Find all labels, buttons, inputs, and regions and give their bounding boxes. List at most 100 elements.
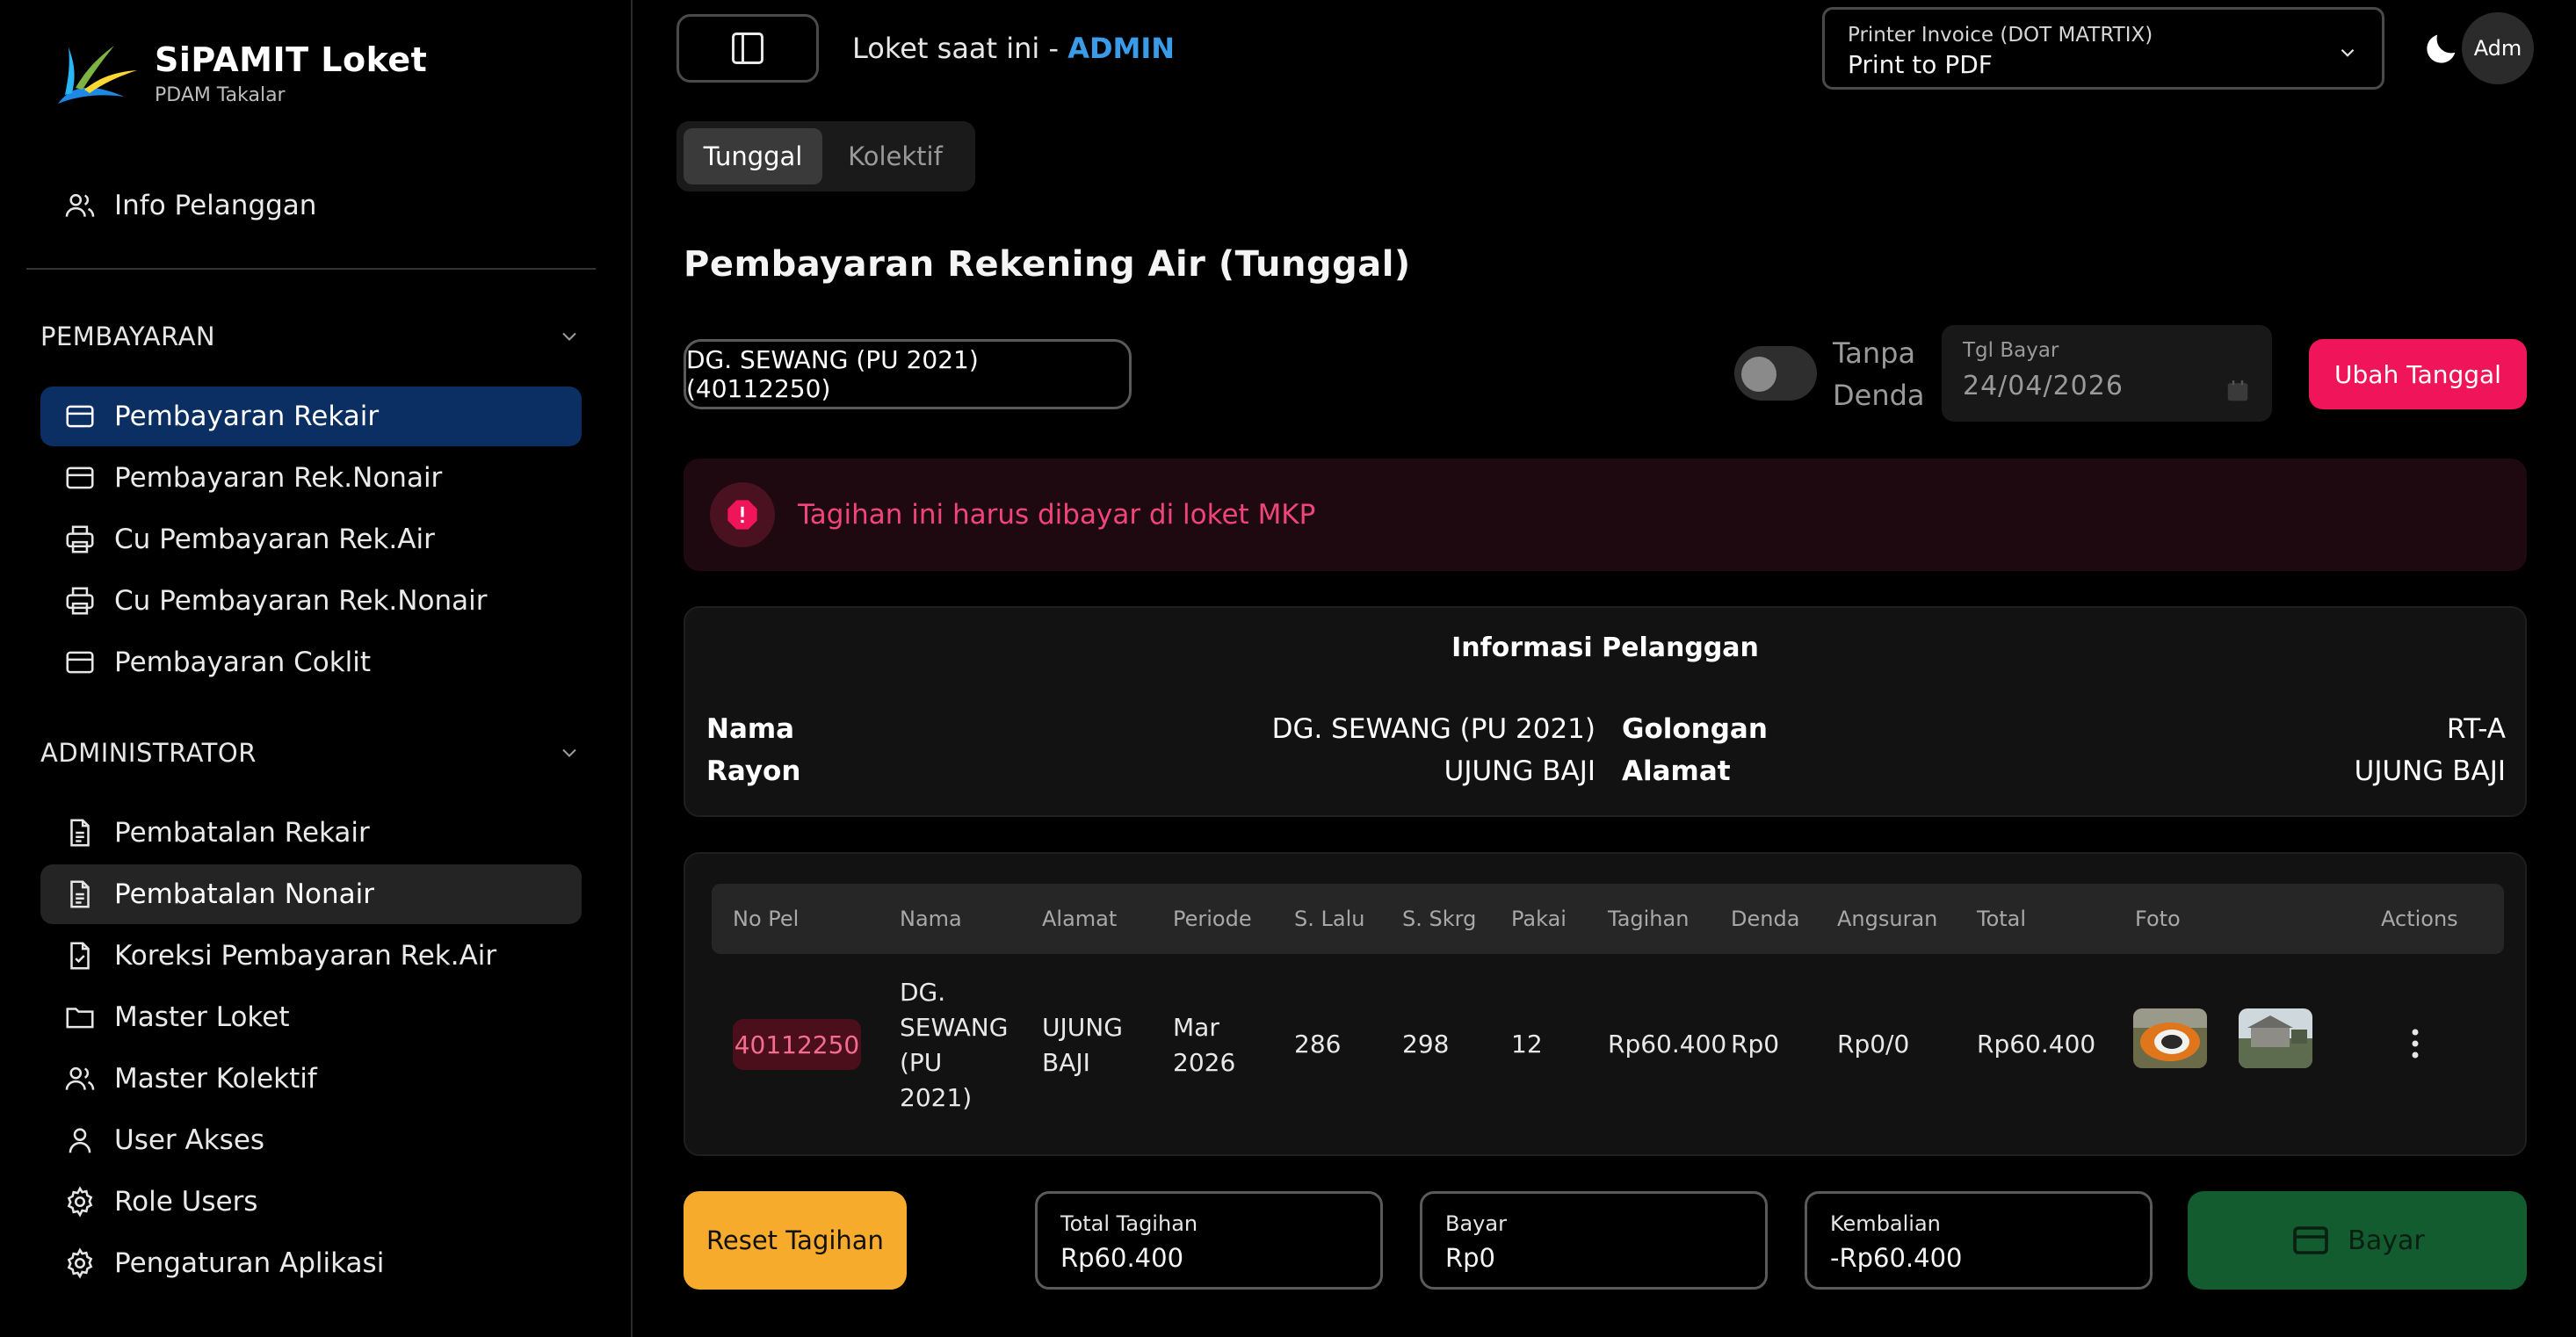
golongan-value: RT-A bbox=[2446, 713, 2506, 745]
sidebar-item-label: Pembatalan Rekair bbox=[114, 817, 370, 849]
sidebar-item-info-pelanggan[interactable]: Info Pelanggan bbox=[40, 176, 582, 235]
rayon-value: UJUNG BAJI bbox=[1444, 755, 1596, 787]
nama-line: DG. bbox=[900, 978, 946, 1007]
bayar-button-label: Bayar bbox=[2348, 1225, 2425, 1256]
sidebar-item-pengaturan-aplikasi[interactable]: Pengaturan Aplikasi bbox=[40, 1233, 582, 1293]
mode-tabs: Tunggal Kolektif bbox=[677, 121, 975, 192]
bayar-input[interactable]: Bayar Rp0 bbox=[1420, 1191, 1768, 1290]
sidebar-item-pembayaran-rek-nonair[interactable]: Pembayaran Rek.Nonair bbox=[40, 448, 582, 508]
avatar[interactable]: Adm bbox=[2462, 12, 2534, 84]
th-foto: Foto bbox=[2135, 907, 2181, 931]
sidebar-item-label: Master Loket bbox=[114, 1001, 290, 1033]
th-nama: Nama bbox=[900, 907, 962, 931]
folder-icon bbox=[66, 1008, 94, 1029]
brand[interactable]: SiPAMIT Loket PDAM Takalar bbox=[49, 33, 427, 112]
reset-tagihan-button[interactable]: Reset Tagihan bbox=[684, 1191, 907, 1290]
alamat-label: Alamat bbox=[1622, 755, 1731, 787]
customer-select[interactable]: DG. SEWANG (PU 2021) (40112250) bbox=[684, 339, 1132, 409]
cell-pakai: 12 bbox=[1511, 1030, 1543, 1059]
sidebar-panel-icon bbox=[732, 33, 763, 64]
printer-icon bbox=[66, 587, 94, 615]
th-angsuran: Angsuran bbox=[1837, 907, 1938, 931]
bayar-button[interactable]: Bayar bbox=[2188, 1191, 2527, 1290]
billing-table: No Pel Nama Alamat Periode S. Lalu S. Sk… bbox=[684, 852, 2527, 1156]
sidebar-item-pembayaran-rekair[interactable]: Pembayaran Rekair bbox=[40, 387, 582, 446]
sidebar-item-koreksi-pembayaran[interactable]: Koreksi Pembayaran Rek.Air bbox=[40, 926, 582, 986]
document-check-icon bbox=[70, 942, 90, 970]
sidebar-item-role-users[interactable]: Role Users bbox=[40, 1172, 582, 1232]
cell-s-skrg: 298 bbox=[1402, 1030, 1450, 1059]
total-tagihan-field: Total Tagihan Rp60.400 bbox=[1035, 1191, 1383, 1290]
ubah-tanggal-button[interactable]: Ubah Tanggal bbox=[2309, 339, 2527, 409]
moon-icon[interactable] bbox=[2421, 28, 2462, 69]
th-pakai: Pakai bbox=[1511, 907, 1567, 931]
table-header: No Pel Nama Alamat Periode S. Lalu S. Sk… bbox=[712, 884, 2504, 954]
gear-icon bbox=[67, 1247, 93, 1279]
th-s-lalu: S. Lalu bbox=[1294, 907, 1365, 931]
photo-thumbnail-icon bbox=[2239, 1008, 2312, 1068]
sidebar-item-label: User Akses bbox=[114, 1124, 265, 1156]
meter-photo-1[interactable] bbox=[2133, 1008, 2207, 1068]
sidebar-item-cu-pembayaran-rek-nonair[interactable]: Cu Pembayaran Rek.Nonair bbox=[40, 571, 582, 631]
alamat-line: UJUNG bbox=[1042, 1013, 1123, 1042]
sidebar-item-user-akses[interactable]: User Akses bbox=[40, 1110, 582, 1170]
sidebar-item-pembayaran-coklit[interactable]: Pembayaran Coklit bbox=[40, 632, 582, 692]
cell-periode: Mar 2026 bbox=[1173, 1010, 1235, 1080]
credit-card-icon bbox=[66, 651, 94, 674]
sidebar-item-label: Master Kolektif bbox=[114, 1063, 317, 1095]
sidebar-item-master-kolektif[interactable]: Master Kolektif bbox=[40, 1049, 582, 1109]
th-periode: Periode bbox=[1173, 907, 1252, 931]
cell-angsuran: Rp0/0 bbox=[1837, 1030, 1910, 1059]
section-pembayaran[interactable]: PEMBAYARAN bbox=[40, 314, 582, 358]
alert-banner: Tagihan ini harus dibayar di loket MKP bbox=[684, 459, 2527, 571]
brand-title: SiPAMIT Loket bbox=[155, 40, 428, 79]
document-icon bbox=[70, 819, 90, 847]
tab-kolektif[interactable]: Kolektif bbox=[822, 128, 968, 184]
nopel-badge[interactable]: 40112250 bbox=[733, 1019, 861, 1070]
topbar: Loket saat ini - ADMIN Printer Invoice (… bbox=[634, 0, 2576, 98]
users-icon bbox=[65, 1066, 95, 1090]
bayar-label: Bayar bbox=[1445, 1211, 1507, 1236]
rayon-label: Rayon bbox=[706, 755, 801, 787]
printer-label: Printer Invoice (DOT MATRTIX) bbox=[1848, 24, 2153, 47]
sidebar-item-label: Info Pelanggan bbox=[114, 190, 317, 221]
nama-label: Nama bbox=[706, 713, 795, 745]
tab-tunggal[interactable]: Tunggal bbox=[684, 128, 822, 184]
info-title: Informasi Pelanggan bbox=[1451, 632, 1759, 663]
tanpa-denda-line1: Tanpa bbox=[1833, 336, 1916, 370]
sidebar-item-pembatalan-rekair[interactable]: Pembatalan Rekair bbox=[40, 803, 582, 863]
section-administrator[interactable]: ADMINISTRATOR bbox=[40, 731, 582, 775]
warning-octagon-icon bbox=[727, 500, 757, 530]
user-icon bbox=[69, 1128, 91, 1153]
alamat-line: BAJI bbox=[1042, 1048, 1090, 1077]
kembalian-field: Kembalian -Rp60.400 bbox=[1805, 1191, 2153, 1290]
sidebar-item-label: Koreksi Pembayaran Rek.Air bbox=[114, 940, 497, 972]
section-heading: PEMBAYARAN bbox=[40, 322, 216, 351]
sidebar-item-label: Cu Pembayaran Rek.Nonair bbox=[114, 585, 488, 617]
th-denda: Denda bbox=[1731, 907, 1800, 931]
cell-s-lalu: 286 bbox=[1294, 1030, 1342, 1059]
printer-select[interactable]: Printer Invoice (DOT MATRTIX) Print to P… bbox=[1822, 7, 2384, 90]
meter-photo-2[interactable] bbox=[2239, 1008, 2312, 1068]
nama-line: SEWANG bbox=[900, 1013, 1009, 1042]
tanpa-denda-toggle[interactable] bbox=[1734, 346, 1817, 401]
gear-icon bbox=[67, 1186, 93, 1218]
sidebar-item-pembatalan-nonair[interactable]: Pembatalan Nonair bbox=[40, 864, 582, 924]
tgl-bayar-field[interactable]: Tgl Bayar 24/04/2026 bbox=[1942, 325, 2272, 422]
sidebar-item-master-loket[interactable]: Master Loket bbox=[40, 987, 582, 1047]
calendar-icon bbox=[2227, 380, 2248, 401]
more-actions-icon[interactable] bbox=[2409, 1026, 2421, 1061]
main-content: Tunggal Kolektif Pembayaran Rekening Air… bbox=[634, 98, 2576, 1337]
toggle-knob bbox=[1741, 357, 1776, 392]
bayar-value: Rp0 bbox=[1445, 1243, 1496, 1273]
chevron-down-icon bbox=[2341, 48, 2355, 57]
periode-line: 2026 bbox=[1173, 1048, 1236, 1077]
alamat-value: UJUNG BAJI bbox=[2354, 755, 2506, 787]
printer-value: Print to PDF bbox=[1848, 50, 1993, 79]
tanpa-denda-label: Tanpa Denda bbox=[1833, 332, 1925, 416]
chevron-down-icon bbox=[562, 332, 576, 341]
th-total: Total bbox=[1977, 907, 2027, 931]
tanpa-denda-line2: Denda bbox=[1833, 379, 1925, 412]
sidebar-item-cu-pembayaran-rek-air[interactable]: Cu Pembayaran Rek.Air bbox=[40, 510, 582, 569]
sidebar-toggle-button[interactable] bbox=[677, 14, 819, 83]
